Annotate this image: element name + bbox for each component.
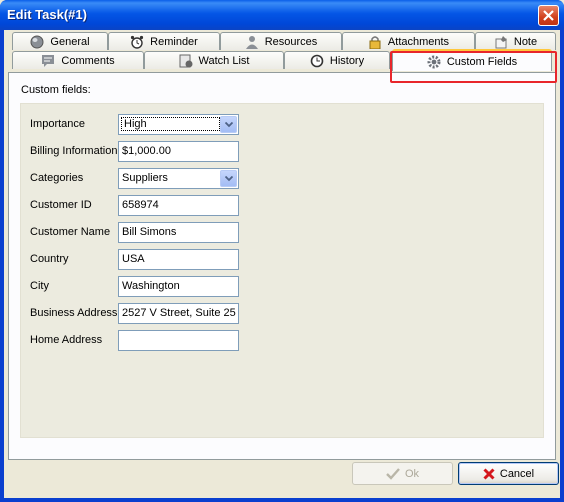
tab-label: Watch List: [198, 54, 250, 67]
business-address-label: Business Address: [30, 307, 118, 319]
edit-task-window: Edit Task(#1) General Reminder Resources…: [0, 0, 564, 502]
home-address-input[interactable]: [118, 330, 239, 351]
importance-value: High: [121, 117, 220, 131]
customer-name-input[interactable]: Bill Simons: [118, 222, 239, 243]
close-button[interactable]: [538, 5, 559, 26]
tab-label: Resources: [264, 35, 318, 48]
categories-label: Categories: [30, 172, 84, 184]
lock-icon: [369, 35, 381, 49]
country-label: Country: [30, 253, 69, 265]
home-address-label: Home Address: [30, 334, 103, 346]
comments-icon: [42, 54, 55, 67]
billing-information-label: Billing Information: [30, 145, 118, 157]
custom-fields-caption: Custom fields:: [21, 84, 91, 96]
dropdown-button[interactable]: [220, 116, 237, 133]
tab-label: Reminder: [150, 35, 198, 48]
dialog-client-area: General Reminder Resources Attachments N…: [4, 30, 560, 498]
tab-label: General: [50, 35, 90, 48]
person-icon: [245, 35, 258, 49]
cancel-button[interactable]: Cancel: [458, 462, 559, 485]
tab-attachments[interactable]: Attachments: [342, 32, 475, 50]
watch-list-icon: [179, 54, 193, 67]
history-icon: [310, 54, 324, 67]
customer-id-input[interactable]: 658974: [118, 195, 239, 216]
importance-label: Importance: [30, 118, 86, 130]
active-tab-highlight: [390, 51, 557, 83]
importance-combo[interactable]: High: [118, 114, 239, 135]
business-address-input[interactable]: 2527 V Street, Suite 25: [118, 303, 239, 324]
title-bar[interactable]: Edit Task(#1): [0, 0, 564, 30]
billing-information-input[interactable]: $1,000.00: [118, 141, 239, 162]
alarm-clock-icon: [131, 35, 144, 49]
close-icon: [543, 10, 554, 21]
pin-note-icon: [495, 35, 507, 48]
window-title: Edit Task(#1): [7, 7, 87, 22]
city-input[interactable]: Washington: [118, 276, 239, 297]
tab-general[interactable]: General: [12, 32, 108, 50]
city-label: City: [30, 280, 49, 292]
tab-note[interactable]: Note: [475, 32, 556, 50]
chevron-down-icon: [225, 176, 233, 182]
tab-comments[interactable]: Comments: [12, 51, 144, 69]
ok-button[interactable]: Ok: [352, 462, 453, 485]
checkmark-icon: [386, 467, 400, 480]
tab-label: Comments: [61, 54, 115, 67]
customer-id-label: Customer ID: [30, 199, 92, 211]
customer-name-label: Customer Name: [30, 226, 111, 238]
tab-label: Note: [513, 35, 538, 48]
dropdown-button[interactable]: [220, 170, 237, 187]
cancel-label: Cancel: [499, 467, 535, 480]
tab-label: Attachments: [387, 35, 450, 48]
tab-watch-list[interactable]: Watch List: [144, 51, 284, 69]
ok-label: Ok: [404, 467, 420, 480]
country-input[interactable]: USA: [118, 249, 239, 270]
tab-history[interactable]: History: [284, 51, 390, 69]
chevron-down-icon: [225, 122, 233, 128]
tab-resources[interactable]: Resources: [220, 32, 342, 50]
red-x-icon: [483, 467, 495, 480]
tab-reminder[interactable]: Reminder: [108, 32, 220, 50]
globe-icon: [30, 35, 44, 48]
categories-value: Suppliers: [122, 172, 168, 184]
tab-label: History: [329, 54, 365, 67]
categories-combo[interactable]: Suppliers: [118, 168, 239, 189]
